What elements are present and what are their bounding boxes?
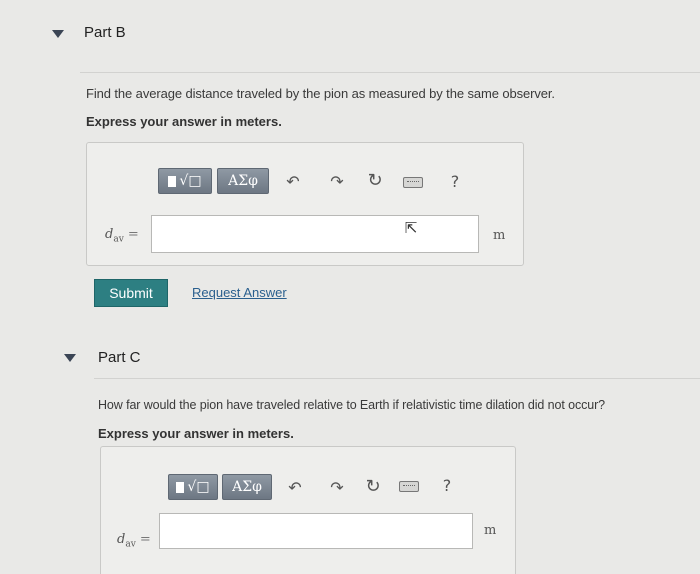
redo-icon[interactable]: ↷ — [327, 478, 347, 497]
request-answer-link[interactable]: Request Answer — [192, 285, 287, 300]
keyboard-icon[interactable] — [403, 177, 423, 188]
divider — [80, 72, 700, 73]
greek-symbols-button[interactable]: ΑΣφ — [222, 474, 272, 500]
part-c-answer-box: √□ ΑΣφ ↶ ↷ ↻ ? dav = m — [100, 446, 516, 574]
redo-icon[interactable]: ↷ — [327, 172, 347, 191]
template-block-icon — [168, 175, 177, 187]
part-b-title: Part B — [84, 24, 126, 41]
reset-icon[interactable]: ↻ — [365, 170, 385, 191]
cursor-pointer-icon: ⇱ — [404, 219, 418, 237]
part-c-title: Part C — [98, 349, 141, 366]
divider — [94, 378, 700, 379]
help-icon[interactable]: ? — [447, 172, 463, 191]
keyboard-icon[interactable] — [399, 481, 419, 492]
help-icon[interactable]: ? — [439, 476, 455, 495]
undo-icon[interactable]: ↶ — [285, 478, 305, 497]
sqrt-icon: √□ — [179, 173, 202, 189]
part-c-question: How far would the pion have traveled rel… — [98, 398, 606, 412]
part-b-answer-box: √□ ΑΣφ ↶ ↷ ↻ ? dav = ⇱ m — [86, 142, 524, 266]
unit-label: m — [493, 228, 506, 243]
submit-button[interactable]: Submit — [94, 279, 168, 307]
template-block-icon — [176, 481, 185, 493]
variable-label: dav = — [117, 532, 151, 550]
variable-label: dav = — [105, 227, 139, 245]
unit-label: m — [484, 523, 497, 538]
part-c-instruction: Express your answer in meters. — [98, 426, 294, 441]
part-b-question: Find the average distance traveled by th… — [86, 86, 555, 101]
distance-answer-input[interactable] — [151, 215, 479, 253]
part-b-instruction: Express your answer in meters. — [86, 114, 282, 129]
undo-icon[interactable]: ↶ — [283, 172, 303, 191]
collapse-part-b-caret-icon[interactable] — [52, 30, 64, 38]
templates-button[interactable]: √□ — [158, 168, 212, 194]
collapse-part-c-caret-icon[interactable] — [64, 354, 76, 362]
distance-answer-input[interactable] — [159, 513, 473, 549]
greek-symbols-button[interactable]: ΑΣφ — [217, 168, 269, 194]
templates-button[interactable]: √□ — [168, 474, 218, 500]
sqrt-icon: √□ — [187, 479, 210, 495]
reset-icon[interactable]: ↻ — [363, 476, 383, 497]
